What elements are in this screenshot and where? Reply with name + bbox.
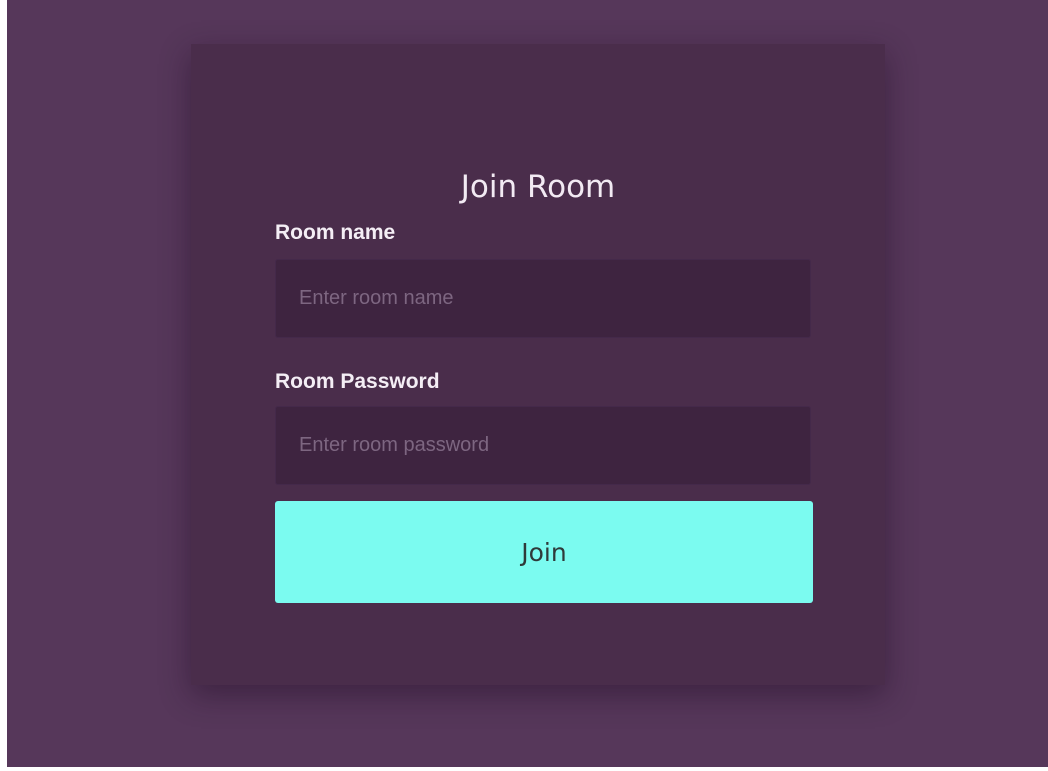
room-password-input[interactable]	[275, 406, 811, 485]
join-room-card: Join Room Room name Room Password Join	[191, 44, 885, 685]
room-name-input[interactable]	[275, 259, 811, 338]
page-background: Join Room Room name Room Password Join	[7, 0, 1048, 767]
join-button[interactable]: Join	[275, 501, 813, 603]
room-name-label: Room name	[275, 221, 396, 244]
room-password-label: Room Password	[275, 370, 440, 393]
form-title: Join Room	[460, 169, 616, 205]
